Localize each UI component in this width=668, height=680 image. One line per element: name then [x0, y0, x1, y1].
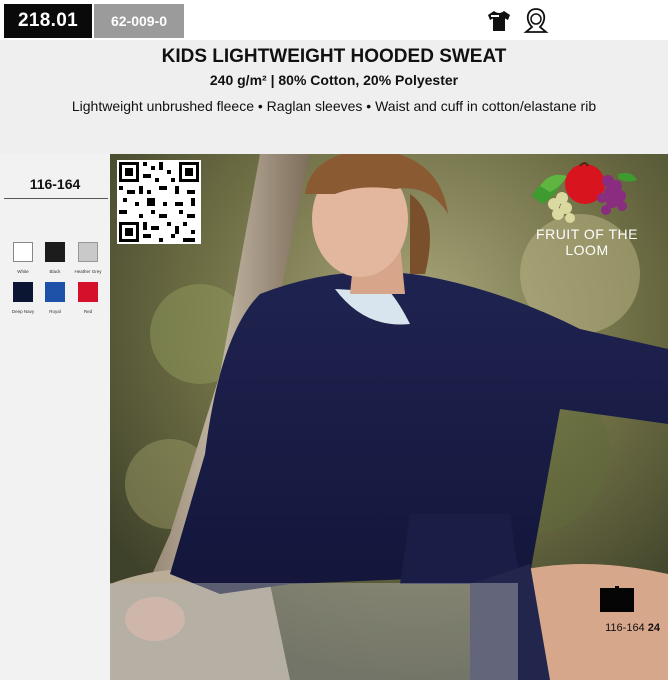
swatch-label-red: Red — [83, 309, 93, 314]
divider — [4, 198, 108, 199]
swatch-label-white: White — [17, 269, 29, 274]
swatch-royal[interactable] — [45, 282, 65, 302]
swatch-heather-grey[interactable] — [78, 242, 98, 262]
swatch-label-black: Black — [49, 269, 61, 274]
swatch-label-deep-navy: Deep Navy — [11, 309, 35, 314]
brand-name: FRUIT OF THE LOOM — [536, 226, 638, 258]
tshirt-icon — [488, 11, 510, 31]
hood-icon — [523, 8, 549, 33]
swatch-black[interactable] — [45, 242, 65, 262]
top-bar: 218.01 62-009-0 — [0, 0, 668, 40]
product-code: 218.01 — [4, 4, 92, 38]
swatch-label-heather-grey: Heather Grey — [74, 269, 102, 274]
qr-code[interactable] — [117, 160, 201, 244]
swatch-red[interactable] — [78, 282, 98, 302]
packaging-info: 116-164 24 — [580, 622, 660, 634]
article-code: 62-009-0 — [94, 4, 184, 38]
swatch-label-royal: Royal — [49, 309, 61, 314]
photo-overlay — [110, 583, 518, 680]
product-title: KIDS LIGHTWEIGHT HOODED SWEAT — [161, 46, 507, 67]
swatch-white[interactable] — [13, 242, 33, 262]
swatch-deep-navy[interactable] — [13, 282, 33, 302]
product-features: Lightweight unbrushed fleece • Raglan sl… — [71, 98, 597, 114]
size-range: 116-164 — [29, 176, 81, 192]
packaging-sizes: 116-164 — [605, 622, 645, 634]
carton-box-icon — [600, 586, 634, 612]
product-subtitle: 240 g/m² | 80% Cotton, 20% Polyester — [209, 72, 459, 88]
sidebar: 116-164 White Black Heather Grey Deep Na… — [0, 154, 110, 680]
packaging-quantity: 24 — [647, 622, 660, 634]
product-header: KIDS LIGHTWEIGHT HOODED SWEAT 240 g/m² |… — [0, 40, 668, 154]
